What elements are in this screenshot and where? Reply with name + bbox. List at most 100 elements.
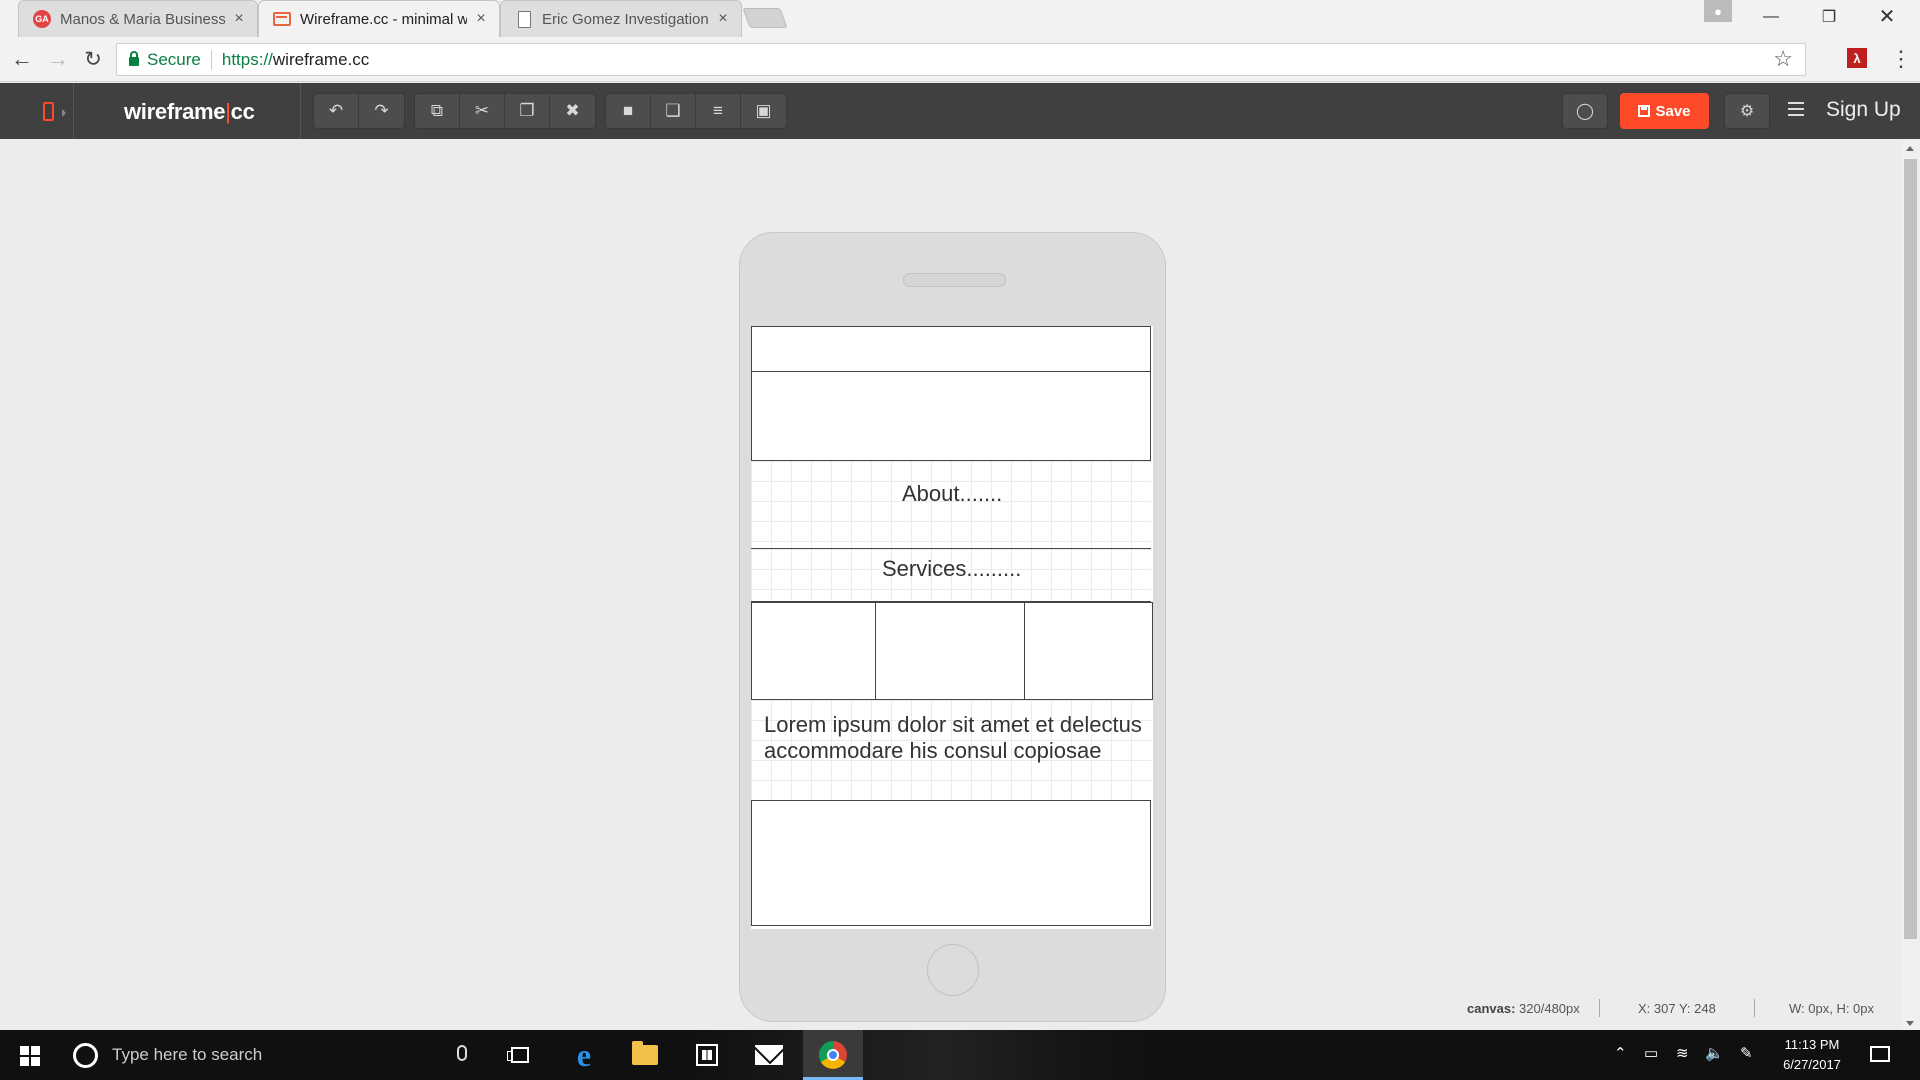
volume-icon[interactable]: 🔈 <box>1705 1044 1724 1062</box>
selection-size-status: W: 0px, H: 0px <box>1789 1001 1875 1016</box>
close-tab-icon[interactable]: × <box>231 10 247 28</box>
microphone-icon[interactable] <box>457 1045 467 1061</box>
new-tab-button[interactable] <box>742 8 788 28</box>
save-label: Save <box>1655 102 1691 120</box>
banner-box[interactable] <box>751 371 1151 461</box>
browser-toolbar: ← → ↻ Secure https:// wireframe.cc ☆ <box>0 37 1920 82</box>
forward-icon[interactable]: → <box>44 45 72 73</box>
ga-logo-icon: GA <box>33 10 51 28</box>
lock-icon <box>129 51 139 66</box>
about-section[interactable]: About....... <box>751 461 1151 549</box>
hamburger-menu-icon[interactable] <box>1788 102 1804 116</box>
minimize-icon[interactable]: — <box>1742 0 1800 33</box>
sign-up-link[interactable]: Sign Up <box>1826 98 1901 122</box>
services-text[interactable]: Services......... <box>882 556 1021 582</box>
profile-icon[interactable]: ● <box>1704 0 1732 22</box>
back-icon[interactable]: ← <box>8 45 36 73</box>
phone-home-button <box>927 944 979 996</box>
clock-time: 11:13 PM <box>1784 1037 1840 1052</box>
bookmark-star-icon[interactable]: ☆ <box>1773 46 1793 72</box>
browser-tab-strip: GA Manos & Maria Business × Wireframe.cc… <box>0 0 1920 37</box>
close-tab-icon[interactable]: × <box>473 10 489 28</box>
edge-browser-icon[interactable]: e <box>561 1037 607 1073</box>
settings-gears-icon[interactable]: ⚙ <box>1724 93 1770 129</box>
wireframe-favicon-icon <box>273 10 291 28</box>
canvas-size-status: canvas: 320/480px <box>1467 1001 1580 1016</box>
scrollbar-thumb[interactable] <box>1904 159 1917 939</box>
reload-icon[interactable]: ↻ <box>79 45 107 73</box>
three-column-row[interactable] <box>751 602 1153 700</box>
divider <box>300 83 301 139</box>
chrome-icon <box>819 1041 847 1069</box>
document-icon <box>515 10 533 28</box>
url-host: wireframe.cc <box>272 49 370 69</box>
taskbar-clock[interactable]: 11:13 PM 6/27/2017 <box>1772 1035 1852 1075</box>
browser-tab[interactable]: GA Manos & Maria Business × <box>18 0 258 37</box>
vertical-scrollbar[interactable] <box>1901 141 1920 1030</box>
task-view-icon[interactable] <box>497 1038 543 1072</box>
close-window-icon[interactable]: ✕ <box>1858 0 1916 33</box>
cortana-icon <box>73 1042 98 1068</box>
delete-icon[interactable]: ✖ <box>550 94 595 128</box>
comment-icon[interactable]: ◯ <box>1562 93 1608 129</box>
clock-date: 6/27/2017 <box>1783 1057 1841 1072</box>
file-explorer-icon[interactable] <box>622 1038 668 1072</box>
redo-icon[interactable]: ↷ <box>359 94 404 128</box>
cursor-position-status: X: 307 Y: 248 <box>1638 1001 1716 1016</box>
paste-icon[interactable]: ❐ <box>505 94 550 128</box>
group-icon[interactable]: ▣ <box>741 94 786 128</box>
show-hidden-icons-icon[interactable]: ⌃ <box>1614 1044 1627 1062</box>
windows-start-icon[interactable] <box>20 1046 40 1066</box>
column-box[interactable] <box>876 603 1025 699</box>
tab-title: Eric Gomez Investigation <box>542 10 709 28</box>
action-center-icon[interactable] <box>1870 1046 1890 1062</box>
browser-tab[interactable]: Eric Gomez Investigation × <box>500 0 742 37</box>
phone-speaker <box>903 273 1006 287</box>
copy-icon[interactable]: ⧉ <box>415 94 460 128</box>
app-logo: wireframe|cc <box>124 99 255 125</box>
store-icon[interactable] <box>684 1038 730 1072</box>
floppy-disk-icon <box>1638 105 1651 117</box>
wireframe-canvas[interactable]: About....... Services......... Lorem ips… <box>751 326 1153 929</box>
battery-icon[interactable]: ▭ <box>1644 1044 1658 1062</box>
tab-title: Wireframe.cc - minimal w <box>300 10 467 28</box>
bring-to-front-icon[interactable]: ❑ <box>651 94 696 128</box>
undo-icon[interactable]: ↶ <box>314 94 359 128</box>
mobile-device-icon <box>43 101 54 121</box>
mail-icon[interactable] <box>746 1038 792 1072</box>
acrobat-extension-icon[interactable]: λ <box>1847 48 1867 68</box>
divider <box>1754 999 1755 1017</box>
lorem-text[interactable]: Lorem ipsum dolor sit amet et delectus a… <box>764 712 1144 764</box>
url-scheme: https:// <box>221 49 273 69</box>
restore-icon[interactable]: ❐ <box>1800 0 1858 33</box>
pen-icon[interactable]: ✎ <box>1740 1044 1753 1062</box>
chrome-menu-icon[interactable]: ⋮ <box>1890 46 1912 72</box>
phone-mockup: About....... Services......... Lorem ips… <box>739 232 1166 1022</box>
wifi-icon[interactable]: ≋ <box>1676 1044 1689 1062</box>
canvas-size-value: 320/480px <box>1519 1001 1580 1016</box>
scroll-up-icon[interactable] <box>1906 146 1914 151</box>
close-tab-icon[interactable]: × <box>715 10 731 28</box>
app-toolbar: wireframe|cc ↶ ↷ ⧉ ✂ ❐ ✖ ■ ❑ ≡ ▣ ◯ Save … <box>0 83 1920 139</box>
search-placeholder[interactable]: Type here to search <box>112 1045 262 1065</box>
lorem-section[interactable]: Lorem ipsum dolor sit amet et delectus a… <box>751 700 1151 800</box>
taskbar-search[interactable]: Type here to search <box>60 1030 485 1080</box>
lock-element-icon[interactable]: ■ <box>606 94 651 128</box>
save-button[interactable]: Save <box>1620 93 1709 129</box>
browser-tab-active[interactable]: Wireframe.cc - minimal w × <box>258 0 500 37</box>
footer-box[interactable] <box>751 800 1151 926</box>
cut-icon[interactable]: ✂ <box>460 94 505 128</box>
align-icon[interactable]: ≡ <box>696 94 741 128</box>
address-bar[interactable]: Secure https:// wireframe.cc ☆ <box>116 43 1806 76</box>
tab-title: Manos & Maria Business <box>60 10 225 28</box>
header-box[interactable] <box>751 326 1151 372</box>
services-section[interactable]: Services......... <box>751 548 1151 602</box>
windows-taskbar: Type here to search e ⌃ ▭ ≋ 🔈 ✎ 11:13 PM… <box>0 1030 1920 1080</box>
column-box[interactable] <box>752 603 876 699</box>
logo-text-cc: cc <box>230 99 255 124</box>
edit-button-group: ⧉ ✂ ❐ ✖ <box>414 93 596 129</box>
about-text[interactable]: About....... <box>902 481 1002 507</box>
scroll-down-icon[interactable] <box>1906 1021 1914 1026</box>
column-box[interactable] <box>1025 603 1152 699</box>
device-selector[interactable] <box>24 83 74 139</box>
